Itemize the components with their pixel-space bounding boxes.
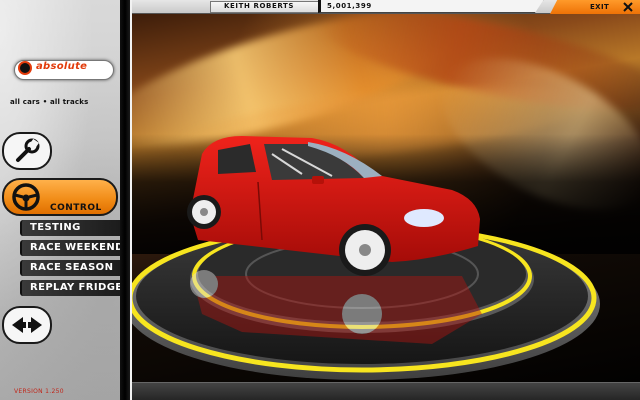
close-x-icon — [623, 2, 633, 12]
menu-item-race-weekend[interactable]: RACE WEEKEND — [20, 240, 120, 256]
panel-divider — [120, 0, 130, 400]
showroom-scene — [132, 136, 600, 380]
wrench-icon — [16, 138, 40, 162]
steering-wheel-icon — [12, 183, 40, 211]
bottom-bar — [132, 382, 640, 400]
left-panel: absolute all cars • all tracks CONTROL T… — [0, 0, 120, 400]
brand-logo: absolute — [14, 58, 114, 88]
menu-item-testing[interactable]: TESTING — [20, 220, 120, 236]
control-label: CONTROL — [50, 203, 102, 213]
back-arrows-icon — [12, 317, 42, 333]
version-label: VERSION 1.250 — [14, 388, 64, 395]
credits-value: 5,001,399 — [327, 2, 372, 10]
car-showroom-view — [132, 14, 640, 400]
logo-text: absolute — [36, 61, 88, 72]
top-bar: KEITH ROBERTS 5,001,399 EXIT — [132, 0, 640, 14]
exit-button[interactable]: EXIT — [550, 0, 640, 14]
logo-tagline: all cars • all tracks — [10, 98, 89, 106]
exit-label: EXIT — [590, 3, 610, 11]
back-button[interactable] — [2, 306, 52, 344]
setup-button[interactable] — [2, 132, 52, 170]
menu-item-replay-fridge[interactable]: REPLAY FRIDGE — [20, 280, 120, 296]
credits-box: 5,001,399 — [318, 0, 544, 13]
control-button[interactable]: CONTROL — [2, 178, 118, 218]
logo-mark-icon — [18, 61, 32, 75]
menu-item-race-season[interactable]: RACE SEASON — [20, 260, 120, 276]
player-name: KEITH ROBERTS — [224, 2, 295, 10]
